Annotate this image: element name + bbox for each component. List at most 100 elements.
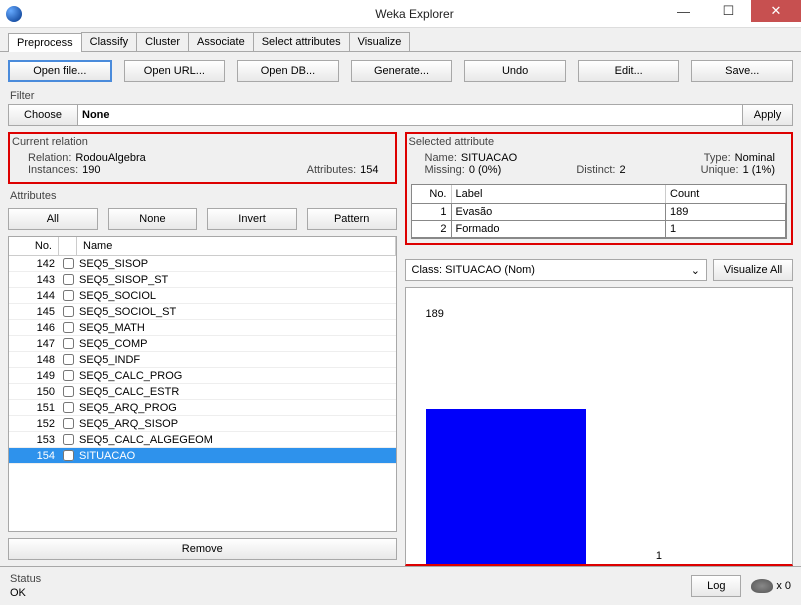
- attribute-checkbox[interactable]: [63, 274, 74, 285]
- attribute-row[interactable]: 151SEQ5_ARQ_PROG: [9, 400, 396, 416]
- attribute-row[interactable]: 147SEQ5_COMP: [9, 336, 396, 352]
- tab-preprocess[interactable]: Preprocess: [8, 33, 82, 52]
- attribute-row[interactable]: 150SEQ5_CALC_ESTR: [9, 384, 396, 400]
- generate-button[interactable]: Generate...: [351, 60, 453, 82]
- attribute-checkbox[interactable]: [63, 418, 74, 429]
- attribute-checkbox[interactable]: [63, 386, 74, 397]
- selected-attribute-panel: Selected attribute Name:SITUACAO Type:No…: [405, 132, 794, 245]
- current-relation-title: Current relation: [10, 134, 395, 150]
- visualize-all-button[interactable]: Visualize All: [713, 259, 793, 281]
- attribute-row[interactable]: 142SEQ5_SISOP: [9, 256, 396, 272]
- tab-classify[interactable]: Classify: [81, 32, 138, 51]
- visualization-area: 189 1: [405, 287, 794, 566]
- attribute-checkbox[interactable]: [63, 322, 74, 333]
- attribute-checkbox[interactable]: [63, 354, 74, 365]
- weka-bird: x 0: [751, 579, 791, 593]
- attributes-title: Attributes: [8, 188, 397, 204]
- attribute-checkbox[interactable]: [63, 338, 74, 349]
- tab-select-attributes[interactable]: Select attributes: [253, 32, 350, 51]
- attribute-checkbox[interactable]: [63, 434, 74, 445]
- ct-count-header: Count: [666, 185, 786, 203]
- status-label: Status: [10, 573, 691, 585]
- close-button[interactable]: ✕: [751, 0, 801, 22]
- selected-attribute-title: Selected attribute: [407, 134, 792, 150]
- attributes-list-body[interactable]: 142SEQ5_SISOP143SEQ5_SISOP_ST144SEQ5_SOC…: [9, 256, 396, 531]
- attributes-value: 154: [360, 164, 378, 176]
- relation-key: Relation:: [28, 152, 71, 164]
- attribute-checkbox[interactable]: [63, 402, 74, 413]
- attributes-list: No. Name 142SEQ5_SISOP143SEQ5_SISOP_ST14…: [8, 236, 397, 532]
- attribute-checkbox[interactable]: [63, 258, 74, 269]
- bird-icon: [751, 579, 773, 593]
- attribute-row[interactable]: 154SITUACAO: [9, 448, 396, 464]
- edit-button[interactable]: Edit...: [578, 60, 680, 82]
- tab-associate[interactable]: Associate: [188, 32, 254, 51]
- attribute-checkbox[interactable]: [63, 290, 74, 301]
- col-name-header: Name: [77, 237, 396, 255]
- instances-value: 190: [82, 164, 100, 176]
- minimize-button[interactable]: —: [661, 0, 706, 22]
- app-icon: [6, 6, 22, 22]
- attribute-checkbox[interactable]: [63, 450, 74, 461]
- attribute-row[interactable]: 145SEQ5_SOCIOL_ST: [9, 304, 396, 320]
- filter-choose-button[interactable]: Choose: [8, 104, 78, 126]
- bar-formado-label: 1: [656, 550, 662, 562]
- attribute-row[interactable]: 152SEQ5_ARQ_SISOP: [9, 416, 396, 432]
- attribute-row[interactable]: 153SEQ5_CALC_ALGEGEOM: [9, 432, 396, 448]
- ct-no-header: No.: [412, 185, 452, 203]
- undo-button[interactable]: Undo: [464, 60, 566, 82]
- save-button[interactable]: Save...: [691, 60, 793, 82]
- bar-evasao-label: 189: [426, 308, 444, 320]
- class-select[interactable]: Class: SITUACAO (Nom) ⌄: [405, 259, 708, 281]
- invert-button[interactable]: Invert: [207, 208, 297, 230]
- toolbar: Open file... Open URL... Open DB... Gene…: [0, 52, 801, 90]
- attribute-row[interactable]: 149SEQ5_CALC_PROG: [9, 368, 396, 384]
- status-bar: Status OK Log x 0: [0, 566, 801, 605]
- count-table: No. Label Count 1Evasão1892Formado1: [411, 184, 788, 239]
- remove-button[interactable]: Remove: [8, 538, 397, 560]
- sa-distinct-key: Distinct:: [576, 164, 615, 176]
- sa-missing-value: 0 (0%): [469, 164, 501, 176]
- col-no-header: No.: [9, 237, 59, 255]
- maximize-button[interactable]: ☐: [706, 0, 751, 22]
- status-value: OK: [10, 587, 691, 599]
- none-button[interactable]: None: [108, 208, 198, 230]
- relation-value: RodouAlgebra: [75, 152, 145, 164]
- sa-distinct-value: 2: [619, 164, 625, 176]
- attribute-checkbox[interactable]: [63, 370, 74, 381]
- tab-visualize[interactable]: Visualize: [349, 32, 411, 51]
- filter-apply-button[interactable]: Apply: [743, 104, 793, 126]
- instances-key: Instances:: [28, 164, 78, 176]
- titlebar: Weka Explorer — ☐ ✕: [0, 0, 801, 28]
- sa-unique-key: Unique:: [701, 164, 739, 176]
- log-button[interactable]: Log: [691, 575, 741, 597]
- attribute-checkbox[interactable]: [63, 306, 74, 317]
- all-button[interactable]: All: [8, 208, 98, 230]
- attribute-row[interactable]: 148SEQ5_INDF: [9, 352, 396, 368]
- open-file-button[interactable]: Open file...: [8, 60, 112, 82]
- count-row: 1Evasão189: [412, 204, 787, 221]
- tab-cluster[interactable]: Cluster: [136, 32, 189, 51]
- bird-count: x 0: [776, 580, 791, 592]
- chevron-down-icon: ⌄: [691, 264, 700, 277]
- tabs: Preprocess Classify Cluster Associate Se…: [0, 28, 801, 52]
- ct-label-header: Label: [452, 185, 667, 203]
- attribute-row[interactable]: 146SEQ5_MATH: [9, 320, 396, 336]
- sa-name-key: Name:: [425, 152, 457, 164]
- attribute-row[interactable]: 143SEQ5_SISOP_ST: [9, 272, 396, 288]
- filter-label: Filter: [0, 90, 801, 102]
- sa-type-value: Nominal: [735, 152, 775, 164]
- current-relation-panel: Current relation Relation: RodouAlgebra I…: [8, 132, 397, 184]
- sa-unique-value: 1 (1%): [743, 164, 775, 176]
- bar-evasao: [426, 409, 586, 564]
- class-select-value: Class: SITUACAO (Nom): [412, 264, 535, 276]
- open-url-button[interactable]: Open URL...: [124, 60, 226, 82]
- attribute-row[interactable]: 144SEQ5_SOCIOL: [9, 288, 396, 304]
- sa-type-key: Type:: [704, 152, 731, 164]
- sa-missing-key: Missing:: [425, 164, 465, 176]
- count-row: 2Formado1: [412, 221, 787, 238]
- filter-value[interactable]: None: [78, 104, 743, 126]
- attributes-key: Attributes:: [307, 164, 357, 176]
- pattern-button[interactable]: Pattern: [307, 208, 397, 230]
- open-db-button[interactable]: Open DB...: [237, 60, 339, 82]
